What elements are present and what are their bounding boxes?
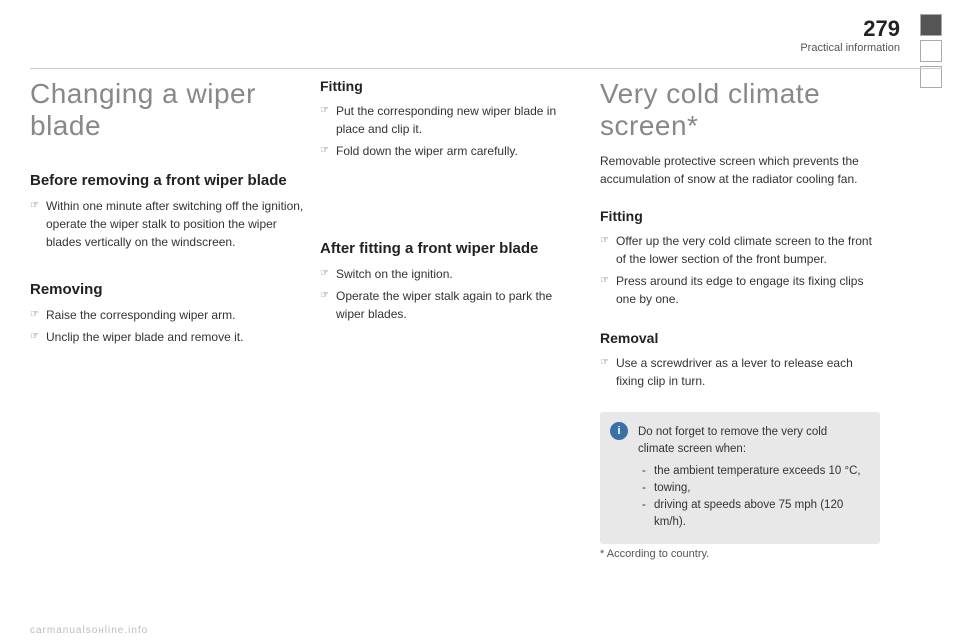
fitting-list: Put the corresponding new wiper blade in… bbox=[320, 102, 580, 160]
after-fitting-heading: After fitting a front wiper blade bbox=[320, 240, 580, 257]
fitting-section: Fitting Put the corresponding new wiper … bbox=[320, 78, 580, 160]
middle-column: Fitting Put the corresponding new wiper … bbox=[320, 78, 580, 345]
cold-fitting-list: Offer up the very cold climate screen to… bbox=[600, 232, 880, 308]
fitting-heading: Fitting bbox=[320, 78, 580, 94]
fitting-item-2: Fold down the wiper arm carefully. bbox=[320, 142, 580, 160]
cold-climate-title: Very cold climate screen* bbox=[600, 78, 880, 142]
info-box-item-1: the ambient temperature exceeds 10 °C, bbox=[638, 463, 866, 480]
nav-box-1[interactable] bbox=[920, 14, 942, 36]
footnote: * According to country. bbox=[600, 548, 880, 560]
fitting-item-1: Put the corresponding new wiper blade in… bbox=[320, 102, 580, 138]
after-fitting-item-2: Operate the wiper stalk again to park th… bbox=[320, 287, 580, 323]
right-section: Fitting Put the corresponding new wiper … bbox=[320, 78, 942, 568]
cold-fitting-heading: Fitting bbox=[600, 208, 880, 224]
page-section-label: Practical information bbox=[800, 42, 900, 54]
far-right-column: Very cold climate screen* Removable prot… bbox=[600, 78, 880, 568]
cold-climate-subtitle: Removable protective screen which preven… bbox=[600, 152, 880, 188]
watermark: carmanualsонline.info bbox=[30, 625, 148, 636]
removing-item-1: Raise the corresponding wiper arm. bbox=[30, 306, 310, 324]
removal-list: Use a screwdriver as a lever to release … bbox=[600, 354, 880, 390]
removing-item-2: Unclip the wiper blade and remove it. bbox=[30, 328, 310, 346]
cold-fitting-section: Fitting Offer up the very cold climate s… bbox=[600, 208, 880, 308]
after-fitting-item-1: Switch on the ignition. bbox=[320, 265, 580, 283]
nav-box-2[interactable] bbox=[920, 40, 942, 62]
main-content: Changing a wiper blade Before removing a… bbox=[30, 78, 942, 620]
removal-heading: Removal bbox=[600, 330, 880, 346]
before-removing-section: Before removing a front wiper blade With… bbox=[30, 172, 310, 251]
info-box-list: the ambient temperature exceeds 10 °C, t… bbox=[638, 463, 866, 532]
cold-fitting-item-2: Press around its edge to engage its fixi… bbox=[600, 272, 880, 308]
removing-heading: Removing bbox=[30, 281, 310, 298]
footnote-text: * According to country. bbox=[600, 548, 709, 560]
removing-section: Removing Raise the corresponding wiper a… bbox=[30, 281, 310, 346]
removing-list: Raise the corresponding wiper arm. Uncli… bbox=[30, 306, 310, 346]
info-box: i Do not forget to remove the very cold … bbox=[600, 412, 880, 544]
after-fitting-list: Switch on the ignition. Operate the wipe… bbox=[320, 265, 580, 323]
nav-boxes bbox=[920, 14, 942, 88]
left-column: Changing a wiper blade Before removing a… bbox=[30, 78, 310, 368]
removal-section: Removal Use a screwdriver as a lever to … bbox=[600, 330, 880, 390]
before-removing-heading: Before removing a front wiper blade bbox=[30, 172, 310, 189]
page-header: 279 Practical information bbox=[800, 18, 900, 54]
cold-fitting-item-1: Offer up the very cold climate screen to… bbox=[600, 232, 880, 268]
info-icon: i bbox=[610, 422, 628, 440]
top-divider bbox=[30, 68, 942, 69]
page-number: 279 bbox=[800, 18, 900, 40]
page-title: Changing a wiper blade bbox=[30, 78, 310, 142]
removal-item-1: Use a screwdriver as a lever to release … bbox=[600, 354, 880, 390]
info-box-text: Do not forget to remove the very cold cl… bbox=[638, 426, 827, 455]
before-removing-list: Within one minute after switching off th… bbox=[30, 197, 310, 251]
before-removing-item-1: Within one minute after switching off th… bbox=[30, 197, 310, 251]
info-box-content: Do not forget to remove the very cold cl… bbox=[638, 424, 866, 532]
info-box-item-3: driving at speeds above 75 mph (120 km/h… bbox=[638, 497, 866, 532]
after-fitting-section: After fitting a front wiper blade Switch… bbox=[320, 240, 580, 323]
info-box-item-2: towing, bbox=[638, 480, 866, 497]
